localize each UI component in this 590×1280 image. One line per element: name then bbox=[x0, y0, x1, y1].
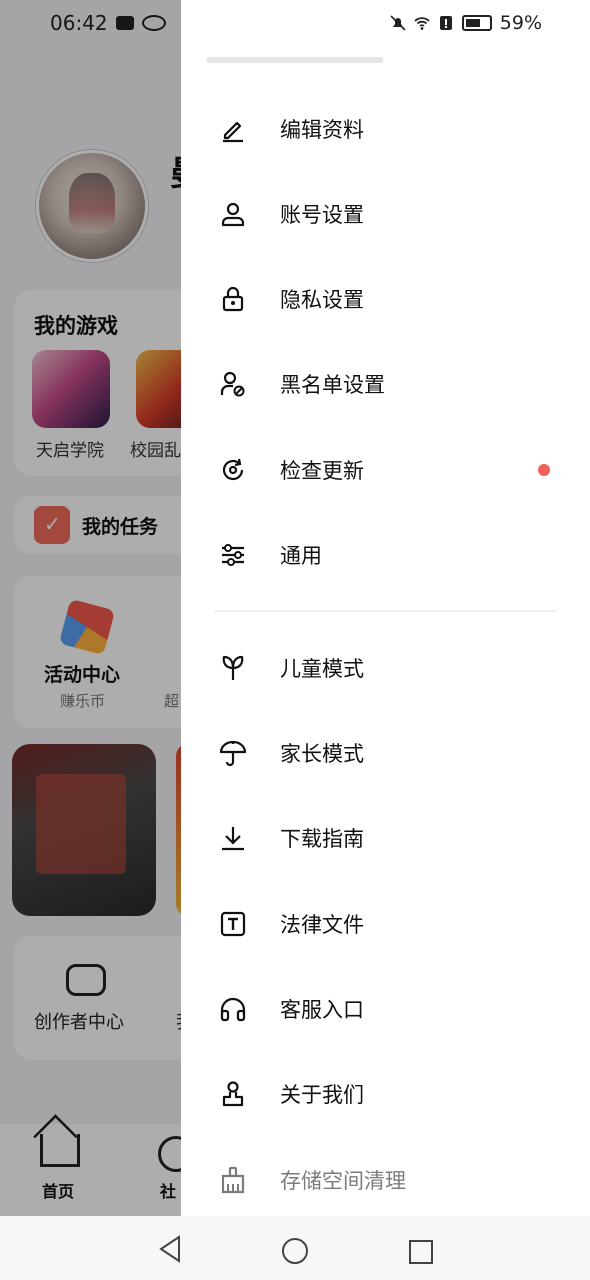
user-blocked-icon bbox=[219, 370, 247, 398]
menu-label: 检查更新 bbox=[280, 459, 364, 483]
sliders-icon bbox=[219, 541, 247, 569]
recent-apps-icon[interactable] bbox=[409, 1240, 433, 1264]
update-badge bbox=[538, 464, 550, 476]
back-icon[interactable] bbox=[157, 1234, 183, 1264]
about-icon bbox=[219, 1080, 247, 1108]
menu-item-kids-mode[interactable]: 儿童模式 bbox=[181, 633, 590, 703]
umbrella-icon bbox=[219, 739, 247, 767]
wifi-icon bbox=[414, 17, 430, 30]
download-icon bbox=[219, 824, 247, 852]
menu-item-check-update[interactable]: 检查更新 bbox=[181, 435, 590, 505]
menu-item-customer-service[interactable]: 客服入口 bbox=[181, 974, 590, 1044]
menu-label: 儿童模式 bbox=[280, 657, 364, 681]
document-t-icon bbox=[219, 910, 247, 938]
menu-item-blacklist-settings[interactable]: 黑名单设置 bbox=[181, 349, 590, 419]
menu-item-account-settings[interactable]: 账号设置 bbox=[181, 179, 590, 249]
menu-item-download-guide[interactable]: 下载指南 bbox=[181, 803, 590, 873]
sprout-icon bbox=[219, 654, 247, 682]
menu-label: 账号设置 bbox=[280, 203, 364, 227]
menu-item-storage-cleanup[interactable]: 存储空间清理 bbox=[181, 1145, 590, 1215]
menu-label: 存储空间清理 bbox=[280, 1169, 406, 1193]
menu-item-edit-profile[interactable]: 编辑资料 bbox=[181, 94, 590, 164]
menu-divider bbox=[214, 610, 556, 612]
battery-icon bbox=[461, 15, 492, 31]
system-nav-bar bbox=[0, 1216, 590, 1280]
menu-label: 客服入口 bbox=[280, 998, 364, 1022]
menu-label: 隐私设置 bbox=[280, 288, 364, 312]
edit-icon bbox=[219, 115, 247, 143]
lock-icon bbox=[219, 285, 247, 313]
menu-label: 法律文件 bbox=[280, 913, 364, 937]
status-bar-right: 59% bbox=[390, 12, 542, 34]
menu-label: 编辑资料 bbox=[280, 118, 364, 142]
headphones-icon bbox=[219, 995, 247, 1023]
menu-item-legal-documents[interactable]: 法律文件 bbox=[181, 889, 590, 959]
home-circle-icon[interactable] bbox=[282, 1238, 308, 1264]
alert-icon bbox=[439, 16, 452, 30]
user-icon bbox=[219, 200, 247, 228]
broom-icon bbox=[219, 1166, 247, 1194]
menu-label: 通用 bbox=[280, 544, 322, 568]
menu-label: 关于我们 bbox=[280, 1083, 364, 1107]
menu-item-parent-mode[interactable]: 家长模式 bbox=[181, 718, 590, 788]
menu-label: 黑名单设置 bbox=[280, 373, 385, 397]
refresh-icon bbox=[219, 456, 247, 484]
battery-percent: 59% bbox=[499, 12, 542, 34]
menu-item-privacy-settings[interactable]: 隐私设置 bbox=[181, 264, 590, 334]
menu-label: 家长模式 bbox=[280, 742, 364, 766]
menu-item-general[interactable]: 通用 bbox=[181, 520, 590, 590]
menu-label: 下载指南 bbox=[280, 827, 364, 851]
menu-item-about-us[interactable]: 关于我们 bbox=[181, 1059, 590, 1129]
settings-drawer: 59% 编辑资料 账号设置 隐私设置 黑名单设置 检查更新 通用 儿童模式 家长… bbox=[181, 0, 590, 1216]
mute-icon bbox=[390, 15, 406, 31]
drawer-handle[interactable] bbox=[207, 57, 383, 61]
